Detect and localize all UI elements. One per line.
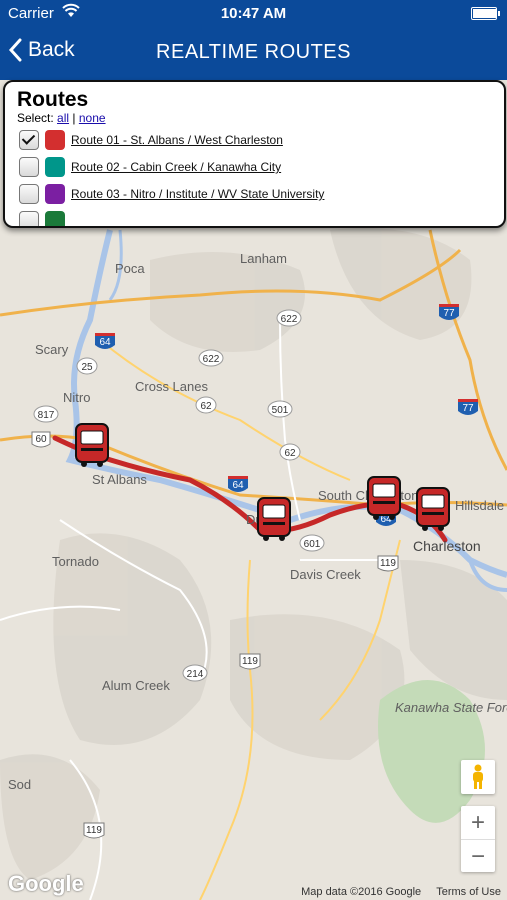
map-attribution: Map data ©2016 Google bbox=[301, 886, 422, 898]
bus-marker[interactable] bbox=[257, 497, 291, 541]
route-link[interactable]: Route 03 - Nitro / Institute / WV State … bbox=[71, 187, 324, 201]
svg-text:119: 119 bbox=[380, 558, 396, 569]
zoom-out-button[interactable]: − bbox=[461, 840, 495, 873]
route-checkbox[interactable] bbox=[19, 184, 39, 204]
route-color-swatch bbox=[45, 211, 65, 226]
panel-title: Routes bbox=[17, 88, 89, 111]
svg-text:622: 622 bbox=[203, 354, 220, 365]
place-label: St Albans bbox=[92, 472, 147, 487]
svg-text:77: 77 bbox=[462, 403, 474, 414]
svg-text:60: 60 bbox=[35, 434, 47, 445]
route-checkbox[interactable] bbox=[19, 211, 39, 226]
route-checkbox[interactable] bbox=[19, 157, 39, 177]
svg-text:214: 214 bbox=[187, 669, 204, 680]
place-label: Kanawha State Forest bbox=[395, 700, 507, 715]
place-label: Davis Creek bbox=[290, 567, 361, 582]
route-color-swatch bbox=[45, 184, 65, 204]
route-row[interactable]: Route 02 - Cabin Creek / Kanawha City bbox=[19, 157, 281, 177]
zoom-control: + − bbox=[461, 806, 495, 872]
svg-text:25: 25 bbox=[81, 362, 93, 373]
svg-text:119: 119 bbox=[242, 656, 258, 667]
place-label: Scary bbox=[35, 342, 69, 357]
place-label: Sod bbox=[8, 777, 31, 792]
google-logo: Google bbox=[8, 871, 84, 896]
place-label: Hillsdale bbox=[455, 498, 504, 513]
svg-text:119: 119 bbox=[86, 825, 102, 836]
battery-icon bbox=[471, 7, 500, 20]
place-label: Alum Creek bbox=[102, 678, 170, 693]
svg-text:501: 501 bbox=[272, 405, 289, 416]
route-checkbox[interactable] bbox=[19, 130, 39, 150]
bus-marker[interactable] bbox=[416, 487, 450, 531]
pegman-icon bbox=[473, 764, 483, 789]
route-link[interactable]: Route 01 - St. Albans / West Charleston bbox=[71, 133, 283, 147]
route-row[interactable]: Route 01 - St. Albans / West Charleston bbox=[19, 130, 283, 150]
map-credits: Map data ©2016 Google Terms of Use bbox=[289, 886, 501, 898]
svg-text:77: 77 bbox=[443, 308, 455, 319]
terms-of-use-link[interactable]: Terms of Use bbox=[436, 886, 501, 898]
select-separator: | bbox=[72, 111, 76, 125]
select-row: Select: all | none bbox=[17, 111, 106, 125]
place-label: Charleston bbox=[413, 538, 481, 554]
svg-text:817: 817 bbox=[38, 410, 55, 421]
route-color-swatch bbox=[45, 130, 65, 150]
place-label: Cross Lanes bbox=[135, 379, 208, 394]
nav-bar: Back REALTIME ROUTES bbox=[0, 28, 507, 80]
bus-marker[interactable] bbox=[75, 423, 109, 467]
svg-text:62: 62 bbox=[200, 401, 212, 412]
route-row[interactable] bbox=[19, 211, 71, 226]
place-label: Poca bbox=[115, 261, 145, 276]
status-time: 10:47 AM bbox=[220, 5, 287, 22]
status-bar: Carrier 10:47 AM bbox=[0, 0, 507, 28]
select-label: Select: bbox=[17, 111, 54, 125]
svg-text:622: 622 bbox=[281, 314, 298, 325]
select-all-link[interactable]: all bbox=[57, 111, 69, 125]
place-label: Lanham bbox=[240, 251, 287, 266]
bus-marker[interactable] bbox=[367, 476, 401, 520]
routes-panel: Routes Select: all | none Route 01 - St.… bbox=[3, 80, 506, 228]
svg-text:601: 601 bbox=[304, 539, 321, 550]
svg-text:64: 64 bbox=[232, 480, 244, 491]
route-row[interactable]: Route 03 - Nitro / Institute / WV State … bbox=[19, 184, 324, 204]
place-label: Tornado bbox=[52, 554, 99, 569]
route-link[interactable]: Route 02 - Cabin Creek / Kanawha City bbox=[71, 160, 281, 174]
svg-text:62: 62 bbox=[284, 448, 296, 459]
select-none-link[interactable]: none bbox=[79, 111, 106, 125]
svg-text:64: 64 bbox=[99, 337, 111, 348]
page-title: REALTIME ROUTES bbox=[156, 41, 351, 63]
place-label: Nitro bbox=[63, 390, 90, 405]
zoom-in-button[interactable]: + bbox=[461, 806, 495, 839]
street-view-pegman-button[interactable] bbox=[461, 760, 495, 794]
route-color-swatch bbox=[45, 157, 65, 177]
